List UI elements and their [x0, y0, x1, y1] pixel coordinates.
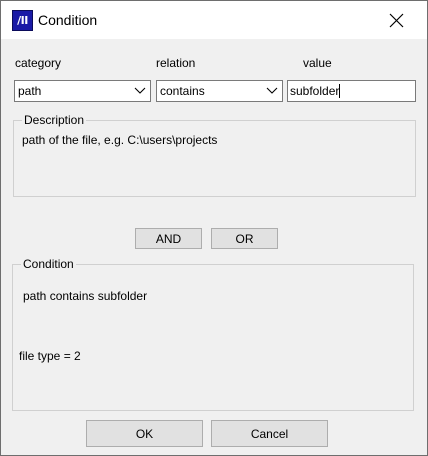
text-caret: [339, 84, 341, 98]
relation-value: contains: [160, 84, 205, 98]
value-input-text: subfolder: [290, 84, 340, 98]
description-group: Description path of the file, e.g. C:\us…: [13, 113, 416, 197]
category-label: category: [15, 56, 62, 70]
condition-legend: Condition: [21, 257, 76, 271]
description-legend: Description: [22, 113, 87, 127]
chevron-down-icon: [134, 87, 146, 94]
value-label: value: [303, 56, 332, 70]
condition-line-1: path contains subfolder: [23, 289, 148, 303]
title-bar: /II Condition: [1, 1, 427, 39]
and-button[interactable]: AND: [135, 228, 202, 249]
ok-button[interactable]: OK: [86, 420, 203, 447]
condition-group: Condition path contains subfolder file t…: [12, 257, 414, 411]
cancel-button[interactable]: Cancel: [211, 420, 328, 447]
value-input[interactable]: subfolder: [287, 80, 416, 102]
window-title: Condition: [38, 12, 98, 28]
relation-select[interactable]: contains: [156, 80, 283, 102]
chevron-down-icon: [266, 87, 278, 94]
category-select[interactable]: path: [14, 80, 151, 102]
relation-label: relation: [156, 56, 196, 70]
condition-line-2: file type = 2: [19, 349, 81, 363]
category-value: path: [18, 84, 42, 98]
close-icon[interactable]: [367, 1, 427, 39]
description-text: path of the file, e.g. C:\users\projects: [22, 133, 218, 147]
condition-dialog: /II Condition category relation value pa…: [0, 0, 428, 456]
app-icon: /II: [12, 10, 33, 31]
or-button[interactable]: OR: [211, 228, 278, 249]
